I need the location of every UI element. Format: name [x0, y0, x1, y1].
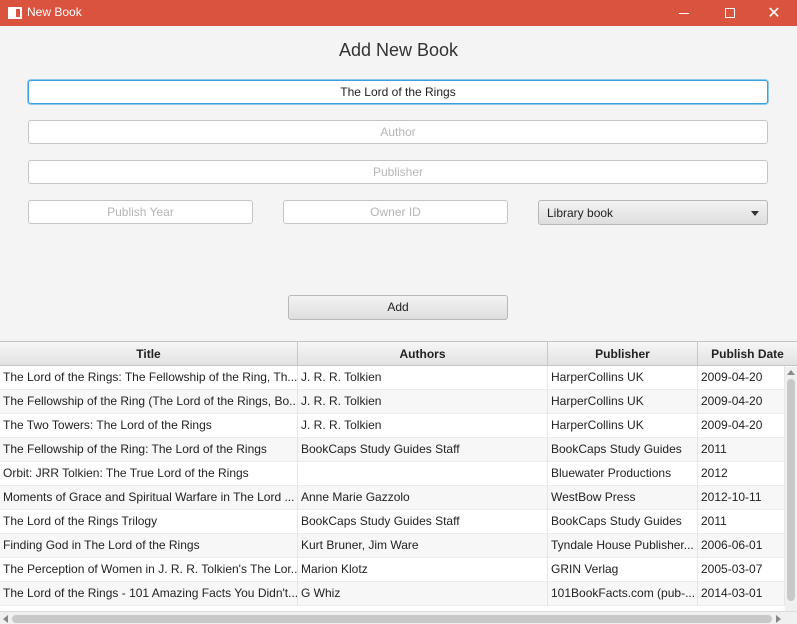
table-row[interactable]: Orbit: JRR Tolkien: The True Lord of the… [0, 462, 785, 486]
minimize-button[interactable] [661, 0, 707, 26]
publisher-cell: Bluewater Productions [548, 462, 698, 486]
maximize-icon [725, 8, 735, 18]
title-cell: The Two Towers: The Lord of the Rings [0, 414, 298, 438]
column-header-title[interactable]: Title [0, 342, 298, 366]
window-title: New Book [27, 5, 82, 19]
vertical-scroll-thumb[interactable] [787, 379, 795, 601]
maximize-button[interactable] [707, 0, 753, 26]
add-button[interactable]: Add [288, 295, 508, 320]
table-row[interactable]: Finding God in The Lord of the Rings Kurt… [0, 534, 785, 558]
owner-id-field[interactable] [283, 200, 508, 224]
author-field[interactable] [28, 120, 768, 144]
table-row[interactable]: The Perception of Women in J. R. R. Tolk… [0, 558, 785, 582]
authors-cell: J. R. R. Tolkien [298, 390, 548, 414]
publisher-cell: HarperCollins UK [548, 390, 698, 414]
book-type-selected-value: Library book [547, 206, 614, 220]
authors-cell: BookCaps Study Guides Staff [298, 438, 548, 462]
publisher-cell: BookCaps Study Guides [548, 438, 698, 462]
publisher-cell: GRIN Verlag [548, 558, 698, 582]
publisher-cell: HarperCollins UK [548, 414, 698, 438]
publisher-field[interactable] [28, 160, 768, 184]
authors-cell: G Whiz [298, 582, 548, 606]
title-cell: Orbit: JRR Tolkien: The True Lord of the… [0, 462, 298, 486]
close-button[interactable]: ✕ [751, 0, 797, 26]
title-cell: The Lord of the Rings - 101 Amazing Fact… [0, 582, 298, 606]
authors-cell: Marion Klotz [298, 558, 548, 582]
title-cell: The Fellowship of the Ring (The Lord of … [0, 390, 298, 414]
table-row[interactable]: The Lord of the Rings Trilogy BookCaps St… [0, 510, 785, 534]
table-row[interactable]: The Fellowship of the Ring: The Lord of … [0, 438, 785, 462]
publisher-cell: Tyndale House Publisher... [548, 534, 698, 558]
publisher-cell: HarperCollins UK [548, 366, 698, 390]
title-cell: Moments of Grace and Spiritual Warfare i… [0, 486, 298, 510]
scroll-up-icon[interactable] [787, 370, 795, 375]
publish-date-cell: 2012-10-11 [698, 486, 785, 510]
app-window-icon [8, 7, 22, 19]
table-header: Title Authors Publisher Publish Date [0, 342, 797, 366]
title-cell: Finding God in The Lord of the Rings [0, 534, 298, 558]
publish-date-cell: 2009-04-20 [698, 414, 785, 438]
authors-cell: J. R. R. Tolkien [298, 366, 548, 390]
publish-date-cell: 2006-06-01 [698, 534, 785, 558]
horizontal-scrollbar[interactable] [0, 611, 797, 624]
authors-cell: Kurt Bruner, Jim Ware [298, 534, 548, 558]
books-table: Title Authors Publisher Publish Date The… [0, 341, 797, 624]
book-type-select[interactable]: Library book [538, 200, 768, 225]
publisher-cell: WestBow Press [548, 486, 698, 510]
title-cell: The Fellowship of the Ring: The Lord of … [0, 438, 298, 462]
page-title: Add New Book [338, 40, 459, 60]
publish-date-cell: 2009-04-20 [698, 366, 785, 390]
authors-cell: BookCaps Study Guides Staff [298, 510, 548, 534]
column-header-authors[interactable]: Authors [298, 342, 548, 366]
close-icon: ✕ [767, 3, 781, 22]
table-body: The Lord of the Rings: The Fellowship of… [0, 366, 785, 606]
table-row[interactable]: The Lord of the Rings: The Fellowship of… [0, 366, 785, 390]
scroll-right-icon[interactable] [776, 615, 781, 623]
table-row[interactable]: Moments of Grace and Spiritual Warfare i… [0, 486, 785, 510]
publish-date-cell: 2012 [698, 462, 785, 486]
publish-date-cell: 2011 [698, 438, 785, 462]
publisher-cell: 101BookFacts.com (pub-... [548, 582, 698, 606]
title-cell: The Perception of Women in J. R. R. Tolk… [0, 558, 298, 582]
publish-date-cell: 2005-03-07 [698, 558, 785, 582]
table-row[interactable]: The Fellowship of the Ring (The Lord of … [0, 390, 785, 414]
publish-date-cell: 2009-04-20 [698, 390, 785, 414]
authors-cell: Anne Marie Gazzolo [298, 486, 548, 510]
column-header-publisher[interactable]: Publisher [548, 342, 698, 366]
horizontal-scroll-thumb[interactable] [12, 615, 772, 623]
title-bar: New Book ✕ [0, 0, 797, 26]
publish-date-cell: 2014-03-01 [698, 582, 785, 606]
column-header-publish-date[interactable]: Publish Date [698, 342, 797, 366]
scroll-left-icon[interactable] [3, 615, 8, 623]
publish-year-field[interactable] [28, 200, 253, 224]
vertical-scrollbar[interactable] [785, 367, 797, 611]
publisher-cell: BookCaps Study Guides [548, 510, 698, 534]
title-cell: The Lord of the Rings: The Fellowship of… [0, 366, 298, 390]
publish-date-cell: 2011 [698, 510, 785, 534]
title-cell: The Lord of the Rings Trilogy [0, 510, 298, 534]
chevron-down-icon [751, 211, 759, 216]
authors-cell [298, 462, 548, 486]
title-field[interactable] [28, 80, 768, 104]
authors-cell: J. R. R. Tolkien [298, 414, 548, 438]
table-row[interactable]: The Two Towers: The Lord of the Rings J. … [0, 414, 785, 438]
minimize-icon [679, 12, 689, 14]
table-row[interactable]: The Lord of the Rings - 101 Amazing Fact… [0, 582, 785, 606]
